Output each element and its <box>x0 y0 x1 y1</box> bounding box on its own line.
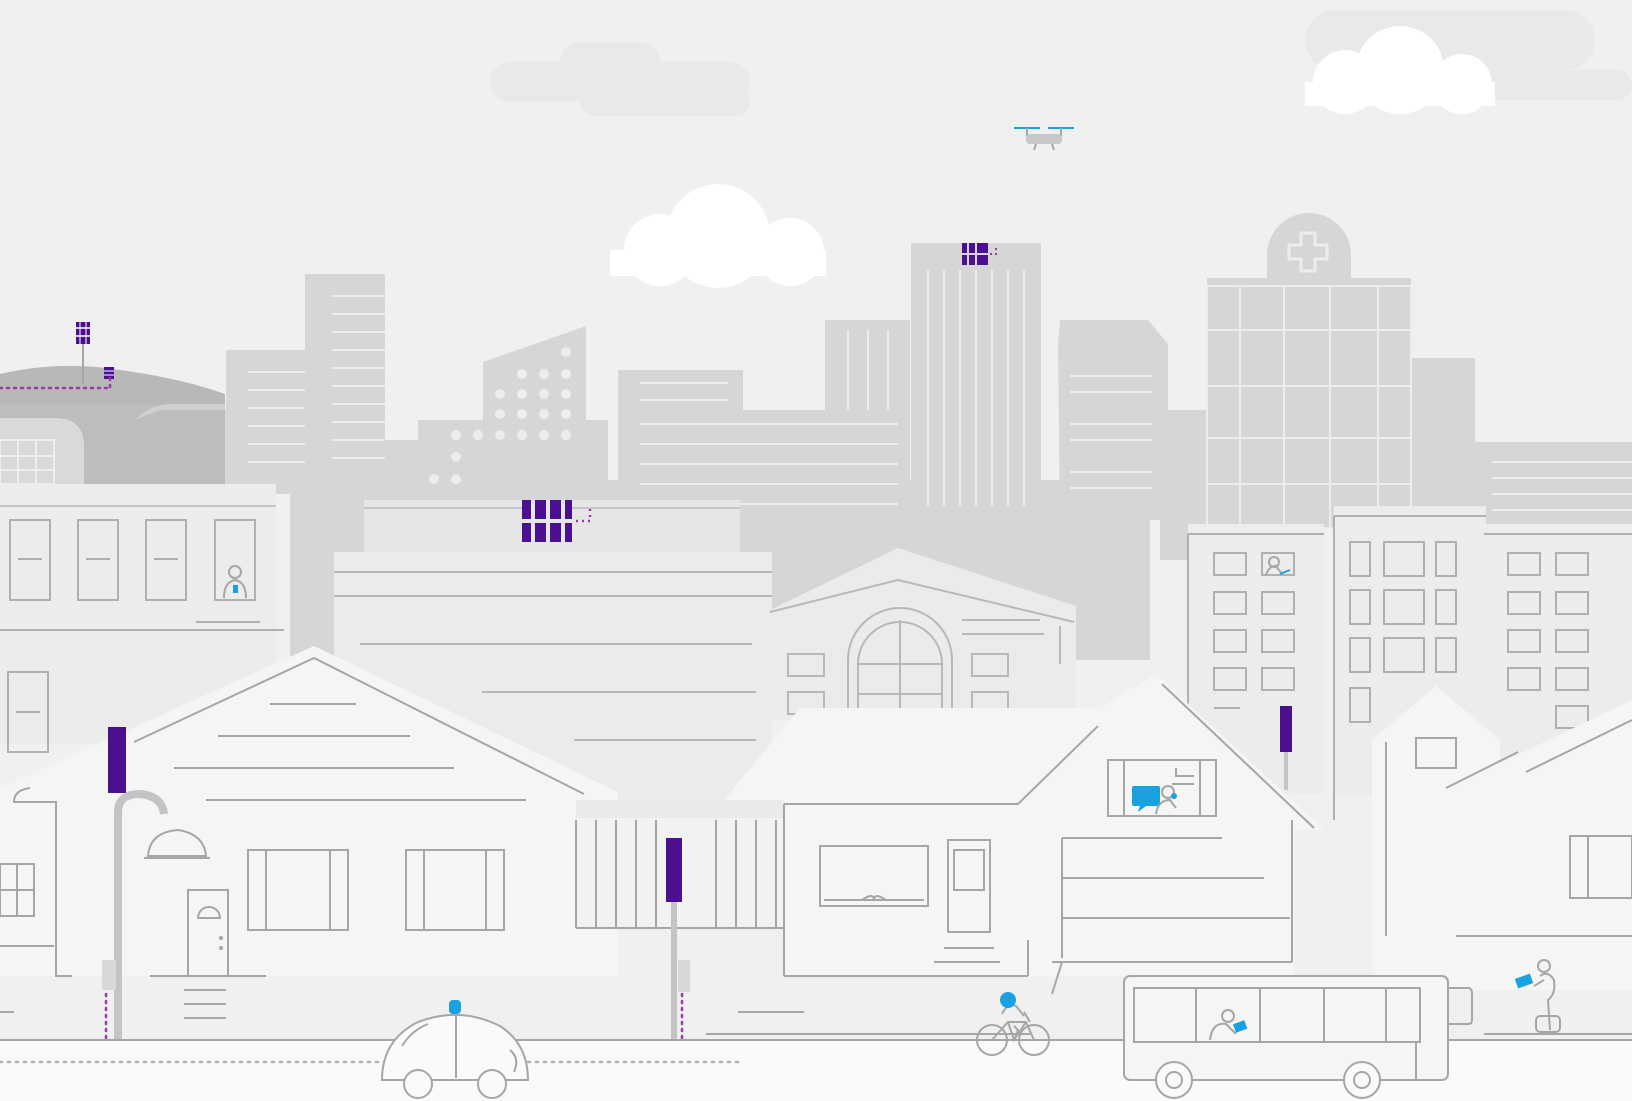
small-cell-icon <box>108 727 126 793</box>
bus-icon <box>1123 975 1473 1099</box>
smart-city-illustration <box>0 0 1632 1101</box>
small-cell-icon <box>666 838 682 902</box>
small-cell-icon <box>104 367 114 379</box>
